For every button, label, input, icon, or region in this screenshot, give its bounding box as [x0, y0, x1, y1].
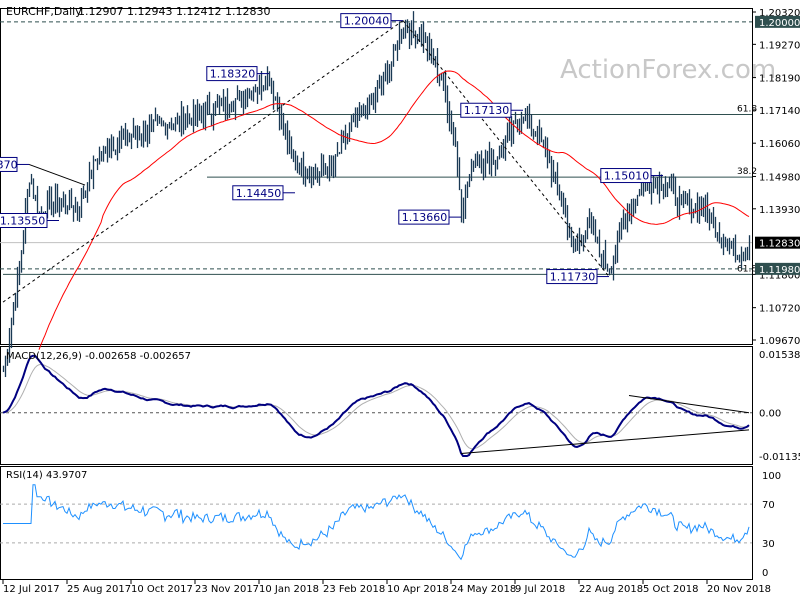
price-tick-label: 1.10720 — [759, 304, 800, 315]
time-tick-label: 23 Feb 2018 — [323, 584, 385, 595]
macd-trendline — [460, 429, 750, 455]
swing-label-text: 1.18320 — [210, 68, 256, 81]
price-tick-label: 1.17140 — [759, 106, 800, 117]
current-price-tag-text: 1.12830 — [759, 239, 800, 250]
macd-line — [2, 354, 750, 457]
chart-window: ActionForex.com 1.20320 1.19270 1.18190 1.1… — [0, 0, 800, 600]
rsi-line — [3, 484, 750, 561]
price-tick-label: 1.18190 — [759, 74, 800, 85]
rsi-title: RSI(14) 43.9707 — [6, 470, 87, 481]
macd-tick-label: -0.011352 — [759, 452, 800, 463]
price-tick-label: 1.16060 — [759, 139, 800, 150]
time-tick-label: 10 Jan 2018 — [259, 584, 319, 595]
time-tick-label: 22 Aug 2018 — [579, 584, 643, 595]
price-tick-label: 1.14980 — [759, 172, 800, 183]
macd-tick-label: 0.00 — [759, 409, 781, 420]
time-tick-label: 10 Oct 2017 — [131, 584, 193, 595]
fib-level-label: 38.2 — [737, 167, 757, 177]
macd-tick-label: 0.015385 — [759, 350, 800, 361]
chart-svg: ActionForex.com 1.203201.192701.181901.1… — [0, 5, 800, 595]
time-tick-label: 23 Nov 2017 — [195, 584, 259, 595]
moving-average-line — [38, 70, 750, 350]
time-tick-label: 25 Aug 2017 — [67, 584, 131, 595]
level-price-tag-text: 1.20000 — [759, 18, 800, 29]
watermark: ActionForex.com — [560, 55, 776, 85]
fib-level-label: 61.8 — [737, 264, 757, 274]
swing-label-text: 1.15010 — [604, 170, 650, 183]
rsi-tick-label: 70 — [762, 500, 775, 511]
time-tick-label: 10 Apr 2018 — [387, 584, 449, 595]
time-tick-label: 24 May 2018 — [451, 584, 516, 595]
chart-header-symbol: EURCHF,Daily — [6, 5, 82, 18]
macd-panel — [0, 346, 753, 465]
trendline — [28, 163, 86, 186]
price-tick-label: 1.13930 — [759, 205, 800, 216]
fib-level-label: 61.8 — [737, 105, 757, 115]
swing-label-text: 1.17130 — [464, 104, 510, 117]
time-tick-label: 12 Jul 2017 — [3, 584, 60, 595]
swing-label-text: 1.13660 — [402, 211, 448, 224]
macd-signal-line — [2, 363, 750, 450]
rsi-tick-label: 30 — [762, 539, 775, 550]
rsi-tick-label: 100 — [762, 471, 781, 482]
swing-label-text: 1.11730 — [550, 271, 596, 284]
swing-label-text: 5370 — [0, 158, 18, 171]
chart-header-ohlc: 1.12907 1.12943 1.12412 1.12830 — [78, 5, 270, 18]
time-tick-label: 20 Nov 2018 — [707, 584, 771, 595]
macd-title: MACD(12,26,9) -0.002658 -0.002657 — [6, 351, 191, 362]
time-tick-label: 9 Jul 2018 — [515, 584, 565, 595]
price-tick-label: 1.09670 — [759, 336, 800, 347]
rsi-panel — [0, 466, 753, 580]
rsi-tick-label: 0 — [762, 568, 768, 579]
trendline — [2, 20, 404, 303]
swing-label-text: 1.14450 — [236, 187, 281, 200]
swing-label-text: 1.20040 — [344, 15, 390, 28]
time-tick-label: 5 Oct 2018 — [643, 584, 698, 595]
swing-label-text: 1.13550 — [0, 215, 45, 228]
level-price-tag-text: 1.11980 — [759, 265, 800, 276]
price-tick-label: 1.19270 — [759, 40, 800, 51]
